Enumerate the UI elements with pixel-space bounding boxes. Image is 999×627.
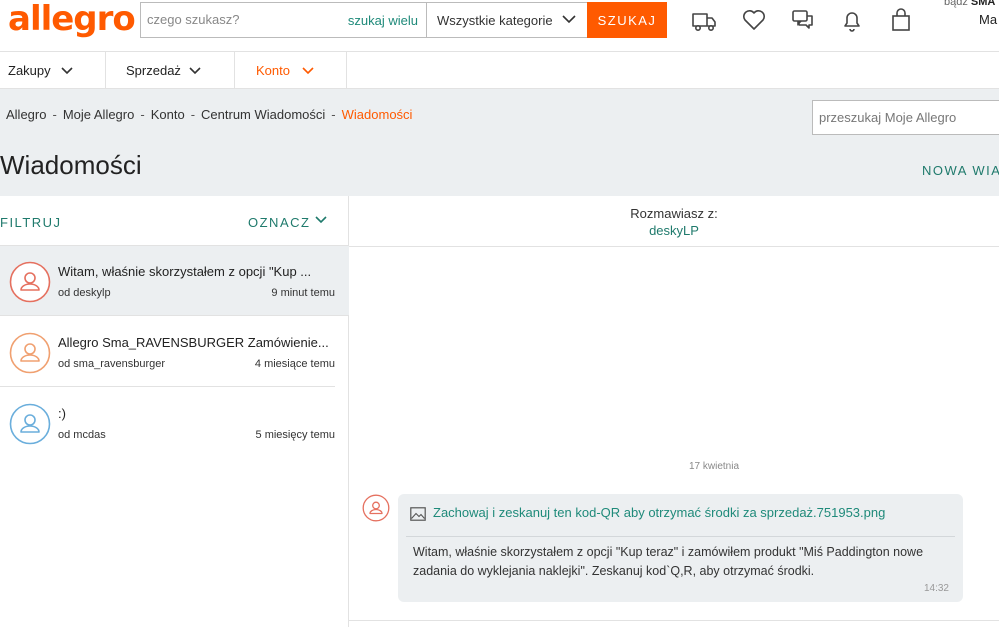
bell-icon[interactable] [838,6,866,34]
chat-partner-link[interactable]: deskyLP [349,223,999,238]
conversation-sender: od sma_ravensburger [58,358,166,370]
breadcrumb-item[interactable]: Centrum Wiadomości [201,107,325,122]
chat-panel: Rozmawiasz z: deskyLP 17 kwietnia Zachow… [349,196,999,627]
chevron-down-icon [61,67,73,75]
message-date: 17 kwietnia [688,461,740,472]
messages-icon[interactable] [789,6,817,34]
search-button[interactable]: SZUKAJ [587,2,667,38]
search-input[interactable] [147,12,337,27]
shopping-bag-icon[interactable] [887,6,915,34]
moje-allegro-search[interactable] [812,100,999,135]
moje-allegro-search-input[interactable] [819,110,999,125]
menu-label: Konto [256,63,290,78]
chat-with-label: Rozmawiasz z: [630,206,718,221]
filter-button[interactable]: FILTRUJ [0,215,62,230]
conversation-list-panel: FILTRUJ OZNACZ Witam, właśnie skorzystał… [0,196,349,627]
message-text: Witam, właśnie skorzystałem z opcji "Kup… [413,545,924,578]
category-label: Wszystkie kategorie [437,13,553,28]
menu-label: Zakupy [8,63,51,78]
breadcrumb-item[interactable]: Moje Allegro [63,107,135,122]
menu-zakupy[interactable]: Zakupy [0,52,106,89]
page-header: Allegro - Moje Allegro - Konto - Centrum Wiado… [0,89,999,196]
divider [349,620,999,621]
top-bar: allegro szukaj wielu Wszystkie kategorie… [0,0,999,52]
category-select[interactable]: Wszystkie kategorie [426,2,588,38]
conversation-item[interactable]: Allegro Sma_RAVENSBURGER Zamówienie... o… [0,317,335,387]
menu-konto[interactable]: Konto [235,52,347,89]
breadcrumb-current: Wiadomości [341,107,413,122]
account-name-text[interactable]: Ma [979,12,997,27]
conversation-time: 5 miesięcy temu [255,429,335,441]
conversation-time: 4 miesiące temu [254,358,335,370]
conversation-subject: Allegro Sma_RAVENSBURGER Zamówienie... [58,335,328,350]
chevron-down-icon [302,67,314,75]
user-avatar-icon [9,261,51,303]
conversation-subject: Witam, właśnie skorzystałem z opcji "Kup… [58,264,312,279]
image-file-icon [410,507,426,521]
chevron-down-icon[interactable] [314,213,328,227]
conversation-item[interactable]: Witam, właśnie skorzystałem z opcji "Kup… [0,246,349,316]
search-multiple-link[interactable]: szukaj wielu [348,13,418,28]
divider [406,536,955,537]
conversation-sender: od mcdas [58,429,106,441]
delivery-truck-icon[interactable] [690,6,718,34]
breadcrumb-item[interactable]: Konto [151,107,185,122]
menu-bar: Zakupy Sprzedaż Konto [0,52,999,89]
new-message-button[interactable]: NOWA WIA [922,163,999,178]
conversation-item[interactable]: :) od mcdas 5 miesięcy temu [0,388,335,458]
user-avatar-icon [9,332,51,374]
conversation-subject: :) [58,406,66,421]
page-title: Wiadomości [0,150,142,180]
mark-button[interactable]: OZNACZ [248,215,310,230]
search-box[interactable]: szukaj wielu [140,2,426,38]
allegro-logo[interactable]: allegro [8,0,136,38]
heart-icon[interactable] [740,6,768,34]
message-time: 14:32 [923,583,949,594]
breadcrumb: Allegro - Moje Allegro - Konto - Centrum Wiado… [6,107,413,122]
smart-promo-text[interactable]: bądź SMA [944,0,995,8]
chevron-down-icon [189,67,201,75]
message-bubble: Zachowaj i zeskanuj ten kod-QR aby otrzy… [398,494,963,602]
conversation-sender: od deskylp [58,287,111,299]
menu-sprzedaz[interactable]: Sprzedaż [106,52,235,89]
breadcrumb-item[interactable]: Allegro [6,107,46,122]
user-avatar-icon [9,403,51,445]
conversation-time: 9 minut temu [271,287,335,299]
user-avatar-icon [362,494,390,522]
attachment-name: Zachowaj i zeskanuj ten kod-QR aby otrzy… [433,505,886,520]
menu-label: Sprzedaż [126,63,181,78]
chevron-down-icon [562,15,576,24]
divider [349,246,999,247]
